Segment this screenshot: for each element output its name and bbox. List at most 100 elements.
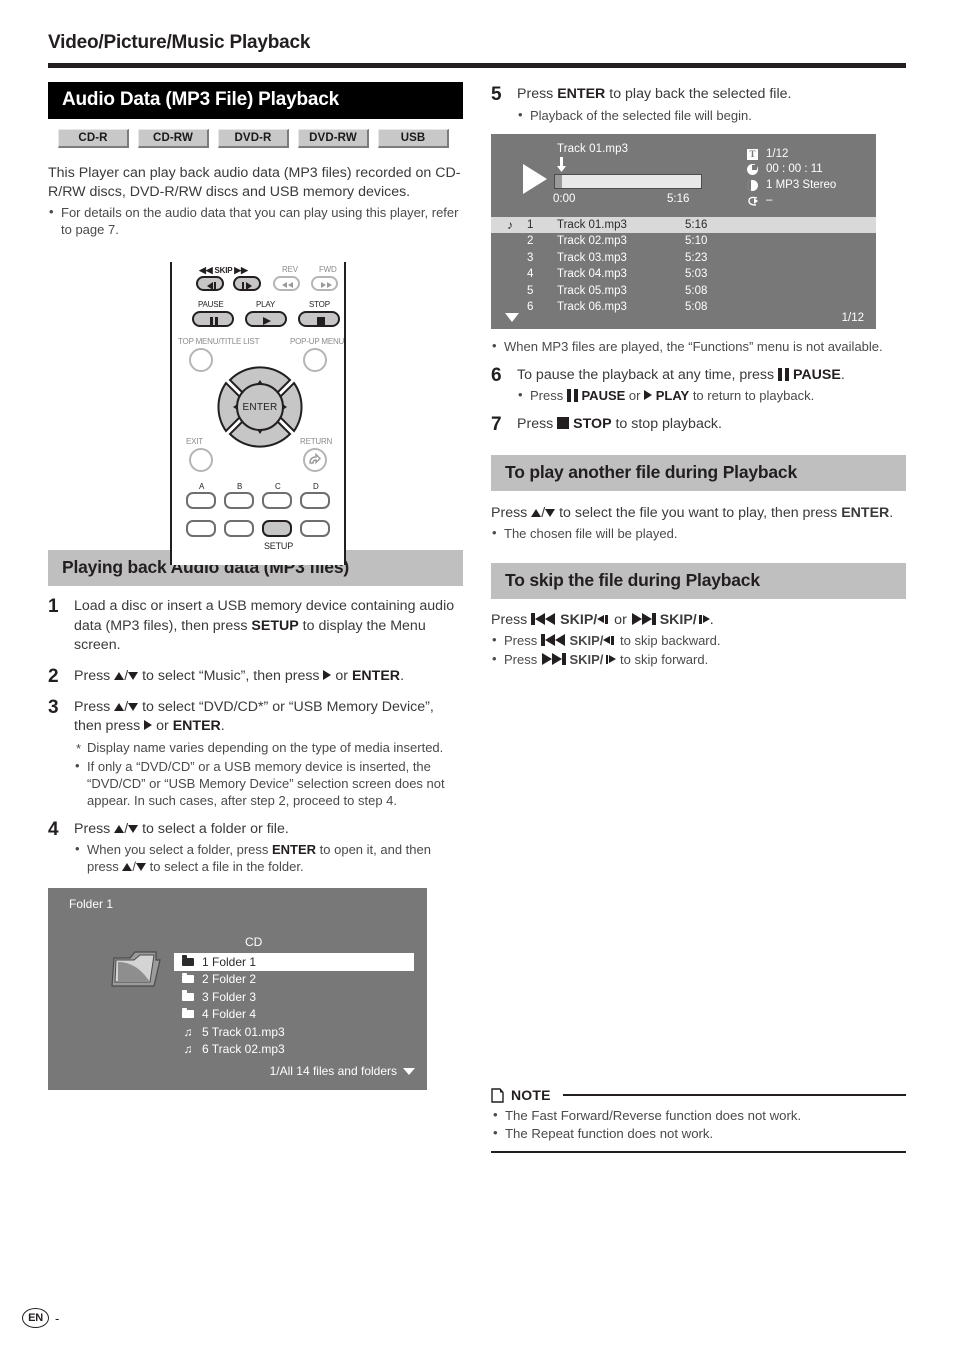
remote-unlabeled-button-3[interactable] [300, 520, 330, 537]
track-name: Track 01.mp3 [557, 218, 627, 231]
skip-next-icon [541, 653, 566, 665]
track-list-item[interactable]: 5 Track 05.mp3 5:08 [491, 283, 876, 300]
step-forward-icon [603, 654, 617, 665]
folder-list-item-label: 5 Track 01.mp3 [202, 1024, 285, 1039]
down-arrow-icon [136, 863, 147, 871]
intro-paragraph: This Player can play back audio data (MP… [48, 165, 461, 200]
track-duration: 5:03 [685, 268, 708, 281]
note-bottom-divider [491, 1151, 906, 1153]
step-text: Load a disc or insert a USB memory devic… [74, 598, 455, 653]
pause-icon [778, 367, 790, 381]
track-list-item[interactable]: 6 Track 06.mp3 5:08 [491, 299, 876, 316]
remote-skip-next-button[interactable] [233, 276, 261, 291]
remote-unlabeled-button-1[interactable] [186, 520, 216, 537]
right-steps-top: 5 Press ENTER to play back the selected f… [491, 85, 906, 124]
right-column: 5 Press ENTER to play back the selected f… [491, 74, 906, 668]
folder-osd-footer: 1/All 14 files and folders [270, 1064, 415, 1078]
remote-stop-button[interactable] [298, 311, 340, 327]
track-list-item[interactable]: 4 Track 04.mp3 5:03 [491, 266, 876, 283]
step-number: 2 [48, 665, 59, 687]
remote-unlabeled-button-2[interactable] [224, 520, 254, 537]
track-list-item[interactable]: 2 Track 02.mp3 5:10 [491, 233, 876, 250]
folder-list-item-label: 3 Folder 3 [202, 989, 257, 1004]
section-header-skip-file: To skip the file during Playback [491, 563, 906, 599]
media-badge-list: CD-R CD-RW DVD-R DVD-RW USB [48, 129, 463, 148]
track-index: 3 [527, 251, 534, 264]
remote-color-b-button[interactable] [224, 492, 254, 509]
note-label: NOTE [511, 1087, 551, 1103]
page-title: Video/Picture/Music Playback [48, 32, 311, 53]
track-name: Track 05.mp3 [557, 284, 627, 297]
media-badge: CD-RW [138, 129, 209, 148]
osd-info-row-audio: 1 MP3 Stereo [747, 178, 836, 194]
step-number: 4 [48, 818, 59, 840]
folder-icon [174, 1007, 202, 1019]
osd-now-playing-title: Track 01.mp3 [557, 142, 629, 155]
left-steps-container: 1 Load a disc or insert a USB memory devi… [48, 597, 463, 875]
folder-list-item[interactable]: ♫ 5 Track 01.mp3 [174, 1023, 414, 1041]
track-list-item[interactable]: 3 Track 03.mp3 5:23 [491, 250, 876, 267]
page-number: - [55, 1310, 60, 1326]
media-badge: CD-R [58, 129, 129, 148]
section-header-audio-data: Audio Data (MP3 File) Playback [48, 82, 463, 119]
remote-play-button[interactable] [245, 311, 287, 327]
step-text: Press / to select “Music”, then press or… [74, 667, 405, 684]
track-duration: 5:23 [685, 251, 708, 264]
track-duration: 5:08 [685, 284, 708, 297]
step-footnote-list: Display name varies depending on the typ… [74, 739, 463, 757]
osd-info-repeat-value: – [766, 194, 773, 206]
remote-return-button[interactable] [303, 448, 327, 472]
remote-rev-button[interactable] [273, 276, 300, 291]
remote-exit-button[interactable] [189, 448, 213, 472]
folder-list-item[interactable]: 4 Folder 4 [174, 1006, 414, 1024]
progress-bar[interactable] [554, 173, 702, 189]
remote-setup-button[interactable] [262, 520, 292, 537]
play-icon [644, 390, 653, 400]
track-index: 6 [527, 301, 534, 314]
step-text: Press / to select a folder or file.When … [74, 820, 463, 876]
osd-info-elapsed-value: 00 : 00 : 11 [766, 163, 823, 175]
bullet-item: Press SKIP/ to skip backward. [491, 631, 906, 649]
chevron-down-icon[interactable] [505, 312, 519, 322]
skip-body: Press SKIP/ or SKIP/. [491, 612, 714, 628]
osd-info-row-elapsed: 00 : 00 : 11 [747, 162, 836, 178]
track-list-item[interactable]: ♪ 1 Track 01.mp3 5:16 [491, 216, 876, 233]
osd-track-list: ♪ 1 Track 01.mp3 5:16 2 Track 02.mp3 5:10 3 Trac… [491, 216, 876, 316]
music-note-icon: ♪ [507, 217, 513, 232]
play-another-bullets: The chosen file will be played. [491, 524, 906, 542]
folder-browser-screenshot: Folder 1 CD 1 Folder 1 2 Folder 2 3 Folder… [48, 888, 427, 1090]
footnote-item: Display name varies depending on the typ… [74, 739, 463, 757]
step-bullet-list: Press PAUSE or PLAY to return to playbac… [517, 386, 906, 404]
step-number: 1 [48, 596, 59, 617]
play-icon [523, 163, 547, 194]
folder-list-item[interactable]: ♫ 6 Track 02.mp3 [174, 1041, 414, 1059]
remote-fwd-button[interactable] [311, 276, 338, 291]
step-text: Press STOP to stop playback. [517, 416, 722, 432]
folder-list-item[interactable]: 2 Folder 2 [174, 971, 414, 989]
remote-color-d-button[interactable] [300, 492, 330, 509]
remote-skip-prev-button[interactable] [196, 276, 224, 291]
remote-color-a-button[interactable] [186, 492, 216, 509]
note-header: NOTE [491, 1087, 906, 1103]
remote-pause-button[interactable] [192, 311, 234, 327]
bullet-item: When you select a folder, press ENTER to… [74, 840, 463, 875]
osd-note-bullets: When MP3 files are played, the “Function… [491, 337, 906, 355]
remote-label-play: PLAY [256, 300, 276, 309]
remote-enter-button[interactable]: ENTER [236, 383, 284, 431]
track-name: Track 02.mp3 [557, 235, 627, 248]
skip-previous-icon [540, 634, 566, 646]
remote-color-c-button[interactable] [262, 492, 292, 509]
remote-label-c: C [275, 482, 281, 491]
player-osd-screenshot: Track 01.mp3 0:00 5:16 T 1/12 00 : 00: … [491, 133, 876, 329]
track-index: 2 [527, 235, 534, 248]
remote-label-skip: ◀◀ SKIP ▶▶ [199, 265, 248, 275]
folder-list-item[interactable]: 1 Folder 1 [174, 953, 414, 971]
bullet-item: Press PAUSE or PLAY to return to playbac… [517, 386, 906, 404]
folder-list-item[interactable]: 3 Folder 3 [174, 988, 414, 1006]
up-arrow-icon [114, 824, 125, 833]
remote-label-d: D [313, 482, 319, 491]
folder-icon [174, 972, 202, 984]
left-column: Audio Data (MP3 File) Playback CD-R CD-RW… [48, 82, 463, 1090]
bullet-item: If only a “DVD/CD” or a USB memory devic… [74, 757, 463, 809]
osd-info-panel: T 1/12 00 : 00 : 11 1 MP3 Stereo – [747, 147, 836, 209]
